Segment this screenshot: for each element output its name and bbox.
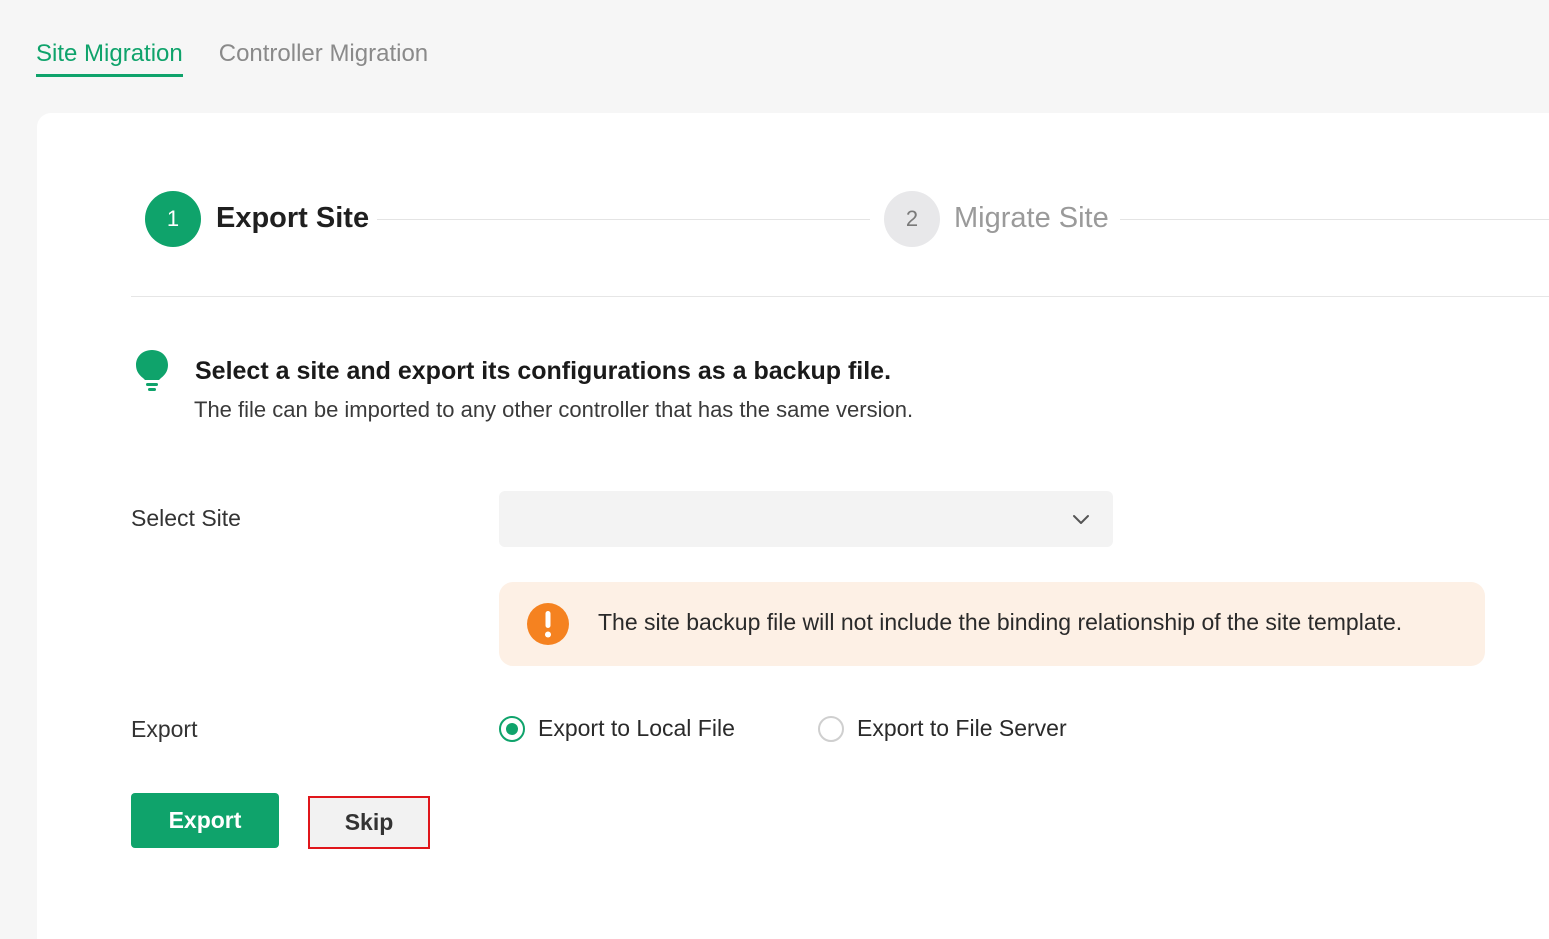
radio-export-file-server[interactable]: Export to File Server	[818, 715, 1067, 742]
step-2-indicator: 2	[884, 191, 940, 247]
step-2-label: Migrate Site	[954, 202, 1109, 234]
hint-title: Select a site and export its configurati…	[195, 357, 892, 385]
exclamation-icon	[527, 603, 569, 645]
warning-text: The site backup file will not include th…	[598, 609, 1403, 635]
step-1-label: Export Site	[216, 202, 370, 234]
section-divider	[131, 296, 1549, 297]
radio-server-label: Export to File Server	[857, 715, 1067, 741]
warning-banner: The site backup file will not include th…	[499, 582, 1485, 666]
step-connector-line	[377, 219, 870, 220]
radio-checked-indicator	[499, 715, 525, 742]
radio-export-local-file[interactable]: Export to Local File	[499, 715, 735, 742]
chevron-down-icon	[1073, 515, 1089, 524]
select-site-label: Select Site	[131, 505, 241, 531]
tab-controller-migration[interactable]: Controller Migration	[219, 40, 428, 77]
export-button[interactable]: Export	[131, 793, 279, 848]
migration-tabs: Site Migration Controller Migration	[36, 40, 428, 77]
export-label: Export	[131, 716, 198, 742]
stepper: 1 Export Site 2 Migrate Site	[145, 191, 1549, 249]
step-1-indicator: 1	[145, 191, 201, 247]
tab-site-migration[interactable]: Site Migration	[36, 40, 183, 77]
hint-subtitle: The file can be imported to any other co…	[194, 397, 914, 422]
radio-local-label: Export to Local File	[538, 715, 735, 741]
radio-unchecked-indicator	[818, 715, 844, 742]
select-site-dropdown[interactable]	[499, 491, 1113, 547]
lightbulb-icon	[136, 350, 168, 391]
migration-card: 1 Export Site 2 Migrate Site Select a si…	[37, 113, 1549, 939]
skip-button[interactable]: Skip	[308, 796, 430, 849]
step-connector-line-2	[1120, 219, 1549, 220]
